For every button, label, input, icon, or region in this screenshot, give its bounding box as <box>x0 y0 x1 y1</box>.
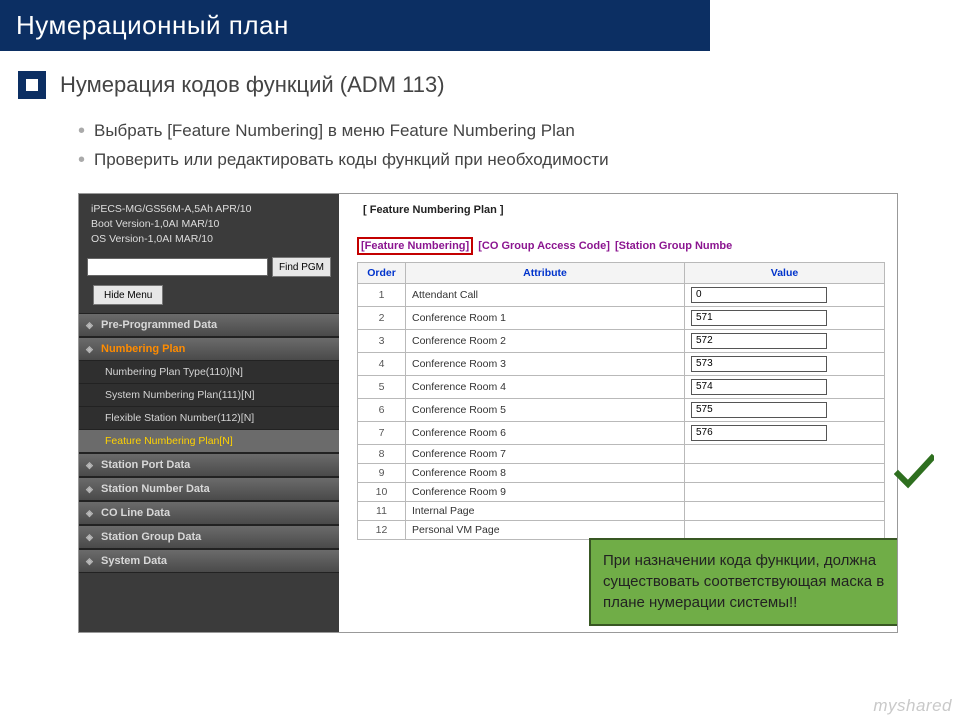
sidebar-group-station-port[interactable]: Station Port Data <box>79 453 339 477</box>
bullet-square-icon <box>18 71 46 99</box>
callout-text: При назначении кода функции, должна суще… <box>603 552 884 612</box>
table-row: 10Conference Room 9 <box>358 482 885 501</box>
cell-order: 9 <box>358 463 406 482</box>
table-row: 3Conference Room 2 <box>358 329 885 352</box>
sidebar-subitems: Numbering Plan Type(110)[N] System Numbe… <box>79 361 339 453</box>
table-row: 2Conference Room 1 <box>358 306 885 329</box>
cell-attribute: Conference Room 1 <box>406 306 685 329</box>
info-line: Boot Version-1,0AI MAR/10 <box>91 217 329 232</box>
value-input[interactable] <box>691 333 827 349</box>
sub-title: Нумерация кодов функций (ADM 113) <box>60 72 445 98</box>
sidebar-group-station-number[interactable]: Station Number Data <box>79 477 339 501</box>
description-list: Выбрать [Feature Numbering] в меню Featu… <box>78 117 960 175</box>
value-input[interactable] <box>691 287 827 303</box>
checkmark-icon <box>894 452 934 503</box>
breadcrumb: [ Feature Numbering Plan ] <box>357 204 885 216</box>
cell-value <box>685 482 885 501</box>
sidebar-item-numbering-plan-type[interactable]: Numbering Plan Type(110)[N] <box>79 361 339 384</box>
cell-attribute: Conference Room 5 <box>406 398 685 421</box>
cell-attribute: Conference Room 6 <box>406 421 685 444</box>
cell-order: 2 <box>358 306 406 329</box>
table-row: 4Conference Room 3 <box>358 352 885 375</box>
table-row: 6Conference Room 5 <box>358 398 885 421</box>
sidebar-group-numbering-plan[interactable]: Numbering Plan <box>79 337 339 361</box>
cell-attribute: Personal VM Page <box>406 520 685 539</box>
banner-title: Нумерационный план <box>16 10 289 40</box>
value-input[interactable] <box>691 402 827 418</box>
tab-feature-numbering[interactable]: [Feature Numbering] <box>357 237 473 255</box>
bullet-item: Выбрать [Feature Numbering] в меню Featu… <box>78 117 960 146</box>
cell-attribute: Conference Room 9 <box>406 482 685 501</box>
app-sidebar: iPECS-MG/GS56M-A,5Ah APR/10 Boot Version… <box>79 194 339 632</box>
cell-order: 5 <box>358 375 406 398</box>
device-info: iPECS-MG/GS56M-A,5Ah APR/10 Boot Version… <box>79 194 339 254</box>
cell-order: 1 <box>358 283 406 306</box>
cell-attribute: Internal Page <box>406 501 685 520</box>
cell-order: 12 <box>358 520 406 539</box>
watermark: myshared <box>873 696 952 716</box>
find-pgm-button[interactable]: Find PGM <box>272 257 331 277</box>
col-order: Order <box>358 262 406 283</box>
find-row: Find PGM <box>79 253 339 281</box>
cell-attribute: Conference Room 2 <box>406 329 685 352</box>
cell-value <box>685 501 885 520</box>
cell-attribute: Conference Room 8 <box>406 463 685 482</box>
cell-value <box>685 306 885 329</box>
cell-order: 6 <box>358 398 406 421</box>
tab-station-group-number[interactable]: [Station Group Numbe <box>615 240 732 252</box>
cell-value <box>685 283 885 306</box>
sidebar-item-system-numbering-plan[interactable]: System Numbering Plan(111)[N] <box>79 384 339 407</box>
app-screenshot: iPECS-MG/GS56M-A,5Ah APR/10 Boot Version… <box>78 193 898 633</box>
value-input[interactable] <box>691 310 827 326</box>
sidebar-group-station-group[interactable]: Station Group Data <box>79 525 339 549</box>
find-pgm-input[interactable] <box>87 258 268 276</box>
cell-order: 11 <box>358 501 406 520</box>
cell-order: 7 <box>358 421 406 444</box>
sidebar-group-co-line[interactable]: CO Line Data <box>79 501 339 525</box>
hide-menu-button[interactable]: Hide Menu <box>93 285 163 305</box>
cell-order: 4 <box>358 352 406 375</box>
cell-value <box>685 463 885 482</box>
table-row: 11Internal Page <box>358 501 885 520</box>
sidebar-group-preprogrammed[interactable]: Pre-Programmed Data <box>79 313 339 337</box>
table-row: 12Personal VM Page <box>358 520 885 539</box>
table-row: 5Conference Room 4 <box>358 375 885 398</box>
cell-value <box>685 421 885 444</box>
callout-note: При назначении кода функции, должна суще… <box>589 538 898 626</box>
cell-value <box>685 375 885 398</box>
cell-order: 10 <box>358 482 406 501</box>
col-value: Value <box>685 262 885 283</box>
sidebar-group-system-data[interactable]: System Data <box>79 549 339 573</box>
feature-table: Order Attribute Value 1Attendant Call2Co… <box>357 262 885 540</box>
cell-value <box>685 329 885 352</box>
cell-value <box>685 398 885 421</box>
cell-value <box>685 520 885 539</box>
cell-order: 3 <box>358 329 406 352</box>
tab-co-group-access[interactable]: [CO Group Access Code] <box>478 240 610 252</box>
cell-attribute: Conference Room 3 <box>406 352 685 375</box>
table-row: 8Conference Room 7 <box>358 444 885 463</box>
cell-value <box>685 444 885 463</box>
hide-row: Hide Menu <box>79 281 339 313</box>
bullet-item: Проверить или редактировать коды функций… <box>78 146 960 175</box>
cell-attribute: Attendant Call <box>406 283 685 306</box>
cell-order: 8 <box>358 444 406 463</box>
col-attribute: Attribute <box>406 262 685 283</box>
sidebar-item-flexible-station-number[interactable]: Flexible Station Number(112)[N] <box>79 407 339 430</box>
table-row: 1Attendant Call <box>358 283 885 306</box>
info-line: OS Version-1,0AI MAR/10 <box>91 232 329 247</box>
sidebar-item-feature-numbering-plan[interactable]: Feature Numbering Plan[N] <box>79 430 339 453</box>
page-banner: Нумерационный план <box>0 0 710 51</box>
sub-header: Нумерация кодов функций (ADM 113) <box>18 71 960 99</box>
value-input[interactable] <box>691 379 827 395</box>
tab-row: [Feature Numbering] [CO Group Access Cod… <box>357 240 885 252</box>
table-row: 7Conference Room 6 <box>358 421 885 444</box>
info-line: iPECS-MG/GS56M-A,5Ah APR/10 <box>91 202 329 217</box>
cell-attribute: Conference Room 7 <box>406 444 685 463</box>
value-input[interactable] <box>691 425 827 441</box>
cell-value <box>685 352 885 375</box>
cell-attribute: Conference Room 4 <box>406 375 685 398</box>
value-input[interactable] <box>691 356 827 372</box>
table-row: 9Conference Room 8 <box>358 463 885 482</box>
